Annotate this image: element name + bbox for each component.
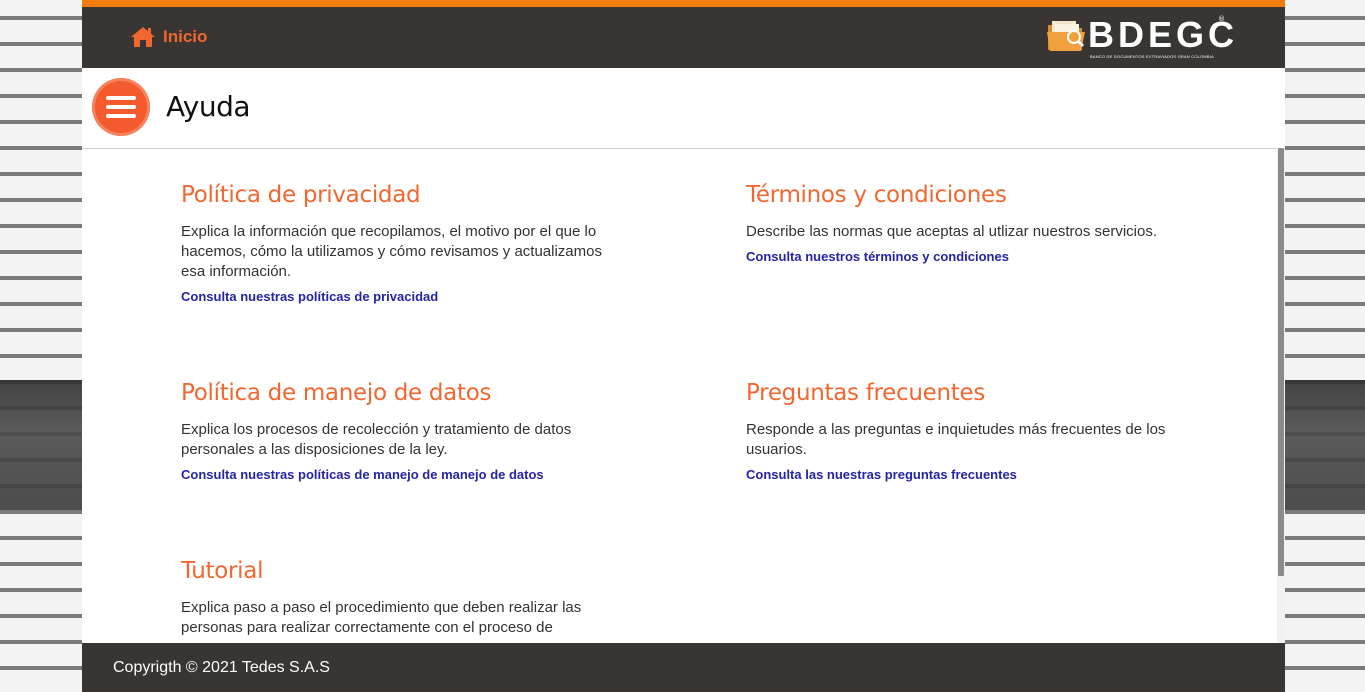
faq-section: Preguntas frecuentes Responde a las preg… bbox=[746, 380, 1186, 482]
section-title: Términos y condiciones bbox=[746, 182, 1007, 208]
scrollbar-thumb[interactable] bbox=[1278, 148, 1284, 576]
home-link[interactable]: Inicio bbox=[130, 25, 207, 49]
section-description: Explica la información que recopilamos, … bbox=[181, 223, 602, 280]
content-scrollbar[interactable] bbox=[1277, 148, 1285, 643]
data-policy-link[interactable]: Consulta nuestras políticas de manejo de… bbox=[181, 467, 621, 482]
top-navigation-bar: Inicio BDEGC ® BANCO DE DOCUMENTOS EXTRA… bbox=[82, 0, 1285, 68]
section-title: Política de manejo de datos bbox=[181, 380, 492, 406]
data-policy-section: Política de manejo de datos Explica los … bbox=[181, 380, 621, 482]
footer: Copyrigth © 2021 Tedes S.A.S bbox=[82, 643, 1285, 692]
hamburger-line bbox=[106, 105, 136, 109]
section-title: Preguntas frecuentes bbox=[746, 380, 986, 406]
terms-link[interactable]: Consulta nuestros términos y condiciones bbox=[746, 249, 1186, 264]
brick-wall-background-left bbox=[0, 0, 82, 692]
hamburger-line bbox=[106, 114, 136, 118]
privacy-policy-link[interactable]: Consulta nuestras políticas de privacida… bbox=[181, 289, 621, 304]
section-description: Explica paso a paso el procedimiento que… bbox=[181, 599, 582, 636]
privacy-policy-section: Política de privacidad Explica la inform… bbox=[181, 182, 621, 304]
home-icon bbox=[131, 27, 155, 47]
section-title: Tutorial bbox=[181, 558, 264, 584]
home-label: Inicio bbox=[163, 27, 208, 46]
section-description: Responde a las preguntas e inquietudes m… bbox=[746, 421, 1166, 458]
logo-registered-mark: ® bbox=[1218, 15, 1225, 23]
brick-wall-background-right bbox=[1285, 0, 1365, 692]
section-description: Explica los procesos de recolección y tr… bbox=[181, 421, 572, 458]
faq-link[interactable]: Consulta las nuestras preguntas frecuent… bbox=[746, 467, 1186, 482]
page-title: Ayuda bbox=[166, 90, 251, 123]
hamburger-menu-icon bbox=[106, 96, 136, 100]
folder-logo-icon bbox=[1047, 21, 1085, 51]
hamburger-menu-button[interactable] bbox=[92, 78, 150, 136]
logo-text: BDEGC bbox=[1088, 14, 1239, 55]
help-content: Política de privacidad Explica la inform… bbox=[82, 148, 1277, 643]
terms-section: Términos y condiciones Describe las norm… bbox=[746, 182, 1186, 264]
bdegc-logo[interactable]: BDEGC ® BANCO DE DOCUMENTOS EXTRAVIADOS … bbox=[1046, 14, 1239, 61]
section-description: Describe las normas que aceptas al utliz… bbox=[746, 223, 1158, 240]
tutorial-section: Tutorial Explica paso a paso el procedim… bbox=[181, 558, 621, 638]
copyright-text: Copyrigth © 2021 Tedes S.A.S bbox=[113, 659, 330, 676]
logo-tagline: BANCO DE DOCUMENTOS EXTRAVIADOS GRAN COL… bbox=[1090, 54, 1214, 59]
title-bar: Ayuda bbox=[82, 68, 1285, 149]
section-title: Política de privacidad bbox=[181, 182, 421, 208]
page-frame: Inicio BDEGC ® BANCO DE DOCUMENTOS EXTRA… bbox=[82, 0, 1285, 692]
